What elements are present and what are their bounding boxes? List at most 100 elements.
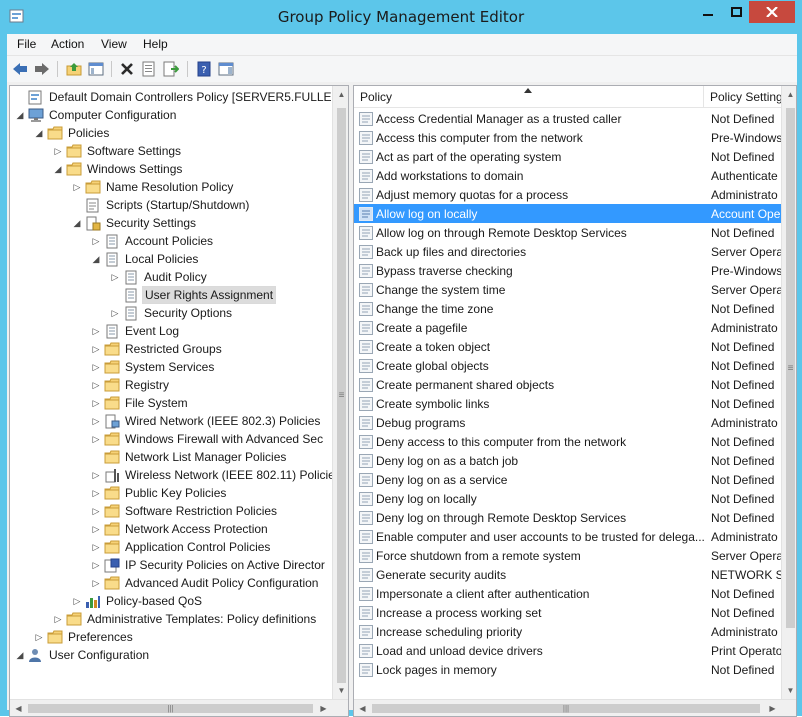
tree-item[interactable]: ▷ Public Key Policies: [90, 484, 228, 502]
expanded-arrow-icon[interactable]: ◢: [33, 124, 45, 142]
collapsed-arrow-icon[interactable]: ▷: [90, 376, 102, 394]
tree-scroll-left-button[interactable]: ◀: [10, 700, 27, 716]
tree-item[interactable]: ▷ Name Resolution Policy: [71, 178, 235, 196]
collapsed-arrow-icon[interactable]: ▷: [90, 574, 102, 592]
policy-row[interactable]: Debug programs Administrato: [354, 413, 781, 432]
delete-button[interactable]: [118, 60, 136, 78]
list-vertical-scrollbar[interactable]: ▲ ≡ ▼: [781, 86, 796, 699]
tree-item[interactable]: ▷ Software Restriction Policies: [90, 502, 279, 520]
tree-item[interactable]: ▷ System Services: [90, 358, 216, 376]
forward-button[interactable]: [33, 60, 51, 78]
policy-row[interactable]: Create permanent shared objects Not Defin…: [354, 375, 781, 394]
title-bar[interactable]: Group Policy Management Editor: [0, 0, 802, 34]
menu-file[interactable]: File: [17, 37, 36, 51]
policy-row[interactable]: Enable computer and user accounts to be …: [354, 527, 781, 546]
tree-item[interactable]: ▷ Network Access Protection: [90, 520, 270, 538]
show-action-pane-button[interactable]: [217, 60, 235, 78]
show-hide-tree-button[interactable]: [87, 60, 105, 78]
tree-item[interactable]: ▷ Software Settings: [52, 142, 183, 160]
tree-horizontal-scrollbar[interactable]: ◀ ||| ▶: [10, 699, 348, 716]
help-button[interactable]: ?: [195, 60, 213, 78]
list-scroll-left-button[interactable]: ◀: [354, 700, 371, 716]
tree-item[interactable]: ▷ Advanced Audit Policy Configuration: [90, 574, 320, 592]
list-scroll-up-button[interactable]: ▲: [782, 86, 796, 103]
tree-hscroll-thumb[interactable]: |||: [28, 704, 313, 713]
tree-item[interactable]: ◢ Windows Settings: [52, 160, 184, 178]
policy-row[interactable]: Create a token object Not Defined: [354, 337, 781, 356]
policy-row[interactable]: Back up files and directories Server Oper…: [354, 242, 781, 261]
collapsed-arrow-icon[interactable]: ▷: [90, 412, 102, 430]
policy-row[interactable]: Deny access to this computer from the ne…: [354, 432, 781, 451]
collapsed-arrow-icon[interactable]: ▷: [90, 430, 102, 448]
back-button[interactable]: [11, 60, 29, 78]
collapsed-arrow-icon[interactable]: ▷: [33, 628, 45, 646]
tree-scroll-thumb[interactable]: ≡: [337, 108, 346, 683]
maximize-button[interactable]: [723, 1, 749, 23]
collapsed-arrow-icon[interactable]: ▷: [52, 142, 64, 160]
up-one-level-button[interactable]: [65, 60, 83, 78]
tree-scroll-up-button[interactable]: ▲: [333, 86, 348, 103]
tree-item[interactable]: ◢ Policies: [33, 124, 111, 142]
collapsed-arrow-icon[interactable]: ▷: [90, 484, 102, 502]
expanded-arrow-icon[interactable]: ◢: [14, 646, 26, 664]
tree-item[interactable]: ▷ Restricted Groups: [90, 340, 224, 358]
policy-row[interactable]: Deny log on locally Not Defined: [354, 489, 781, 508]
tree-scroll-right-button[interactable]: ▶: [315, 700, 332, 716]
console-tree-pane[interactable]: Default Domain Controllers Policy [SERVE…: [9, 85, 349, 717]
tree-item[interactable]: ▷ Audit Policy: [109, 268, 209, 286]
export-list-button[interactable]: [162, 60, 180, 78]
collapsed-arrow-icon[interactable]: ▷: [90, 394, 102, 412]
collapsed-arrow-icon[interactable]: ▷: [71, 178, 83, 196]
policy-row[interactable]: Access this computer from the network Pre…: [354, 128, 781, 147]
collapsed-arrow-icon[interactable]: ▷: [90, 358, 102, 376]
policy-row[interactable]: Change the system time Server Operat: [354, 280, 781, 299]
policy-row[interactable]: Allow log on locally Account Ope: [354, 204, 781, 223]
tree-vertical-scrollbar[interactable]: ▲ ≡ ▼: [332, 86, 348, 699]
tree-item[interactable]: ▷ File System: [90, 394, 190, 412]
policy-row[interactable]: Increase a process working set Not Define…: [354, 603, 781, 622]
minimize-button[interactable]: [693, 1, 723, 23]
policy-row[interactable]: Create symbolic links Not Defined: [354, 394, 781, 413]
collapsed-arrow-icon[interactable]: ▷: [52, 610, 64, 628]
tree-item[interactable]: ◢ Security Settings: [71, 214, 198, 232]
policy-row[interactable]: Deny log on as a batch job Not Defined: [354, 451, 781, 470]
collapsed-arrow-icon[interactable]: ▷: [109, 304, 121, 322]
collapsed-arrow-icon[interactable]: ▷: [90, 340, 102, 358]
tree-item[interactable]: ▷ Preferences: [33, 628, 135, 646]
tree-item[interactable]: ▷ Event Log: [90, 322, 181, 340]
tree-item[interactable]: Default Domain Controllers Policy [SERVE…: [14, 88, 348, 106]
menu-help[interactable]: Help: [143, 37, 168, 51]
column-header-policy-setting[interactable]: Policy Setting: [710, 90, 781, 104]
tree-item[interactable]: ◢ User Configuration: [14, 646, 151, 664]
policy-row[interactable]: Deny log on as a service Not Defined: [354, 470, 781, 489]
policy-row[interactable]: Add workstations to domain Authenticate: [354, 166, 781, 185]
policy-row[interactable]: Access Credential Manager as a trusted c…: [354, 109, 781, 128]
tree-item[interactable]: Network List Manager Policies: [90, 448, 288, 466]
policy-row[interactable]: Act as part of the operating system Not D…: [354, 147, 781, 166]
properties-button[interactable]: [140, 60, 158, 78]
expanded-arrow-icon[interactable]: ◢: [52, 160, 64, 178]
tree-item[interactable]: ▷ Application Control Policies: [90, 538, 272, 556]
tree-item[interactable]: ▷ Wired Network (IEEE 802.3) Policies: [90, 412, 322, 430]
tree-item[interactable]: ▷ Registry: [90, 376, 171, 394]
policy-row[interactable]: Impersonate a client after authenticatio…: [354, 584, 781, 603]
policy-row[interactable]: Bypass traverse checking Pre-Windows: [354, 261, 781, 280]
collapsed-arrow-icon[interactable]: ▷: [90, 556, 102, 574]
list-hscroll-thumb[interactable]: |||: [372, 704, 760, 713]
tree-item[interactable]: ▷ Account Policies: [90, 232, 215, 250]
list-horizontal-scrollbar[interactable]: ◀ ||| ▶: [354, 699, 796, 716]
policy-row[interactable]: Deny log on through Remote Desktop Servi…: [354, 508, 781, 527]
tree-item[interactable]: User Rights Assignment: [109, 286, 277, 304]
collapsed-arrow-icon[interactable]: ▷: [90, 232, 102, 250]
menu-action[interactable]: Action: [51, 37, 84, 51]
tree-item[interactable]: ▷ IP Security Policies on Active Director: [90, 556, 327, 574]
collapsed-arrow-icon[interactable]: ▷: [71, 592, 83, 610]
policy-row[interactable]: Change the time zone Not Defined: [354, 299, 781, 318]
policy-list-pane[interactable]: Policy Policy Setting Access Credential …: [353, 85, 797, 717]
collapsed-arrow-icon[interactable]: ▷: [90, 322, 102, 340]
tree-scroll-down-button[interactable]: ▼: [333, 682, 348, 699]
menu-view[interactable]: View: [101, 37, 127, 51]
policy-row[interactable]: Lock pages in memory Not Defined: [354, 660, 781, 679]
policy-row[interactable]: Create global objects Not Defined: [354, 356, 781, 375]
tree-item[interactable]: ▷ Security Options: [109, 304, 234, 322]
